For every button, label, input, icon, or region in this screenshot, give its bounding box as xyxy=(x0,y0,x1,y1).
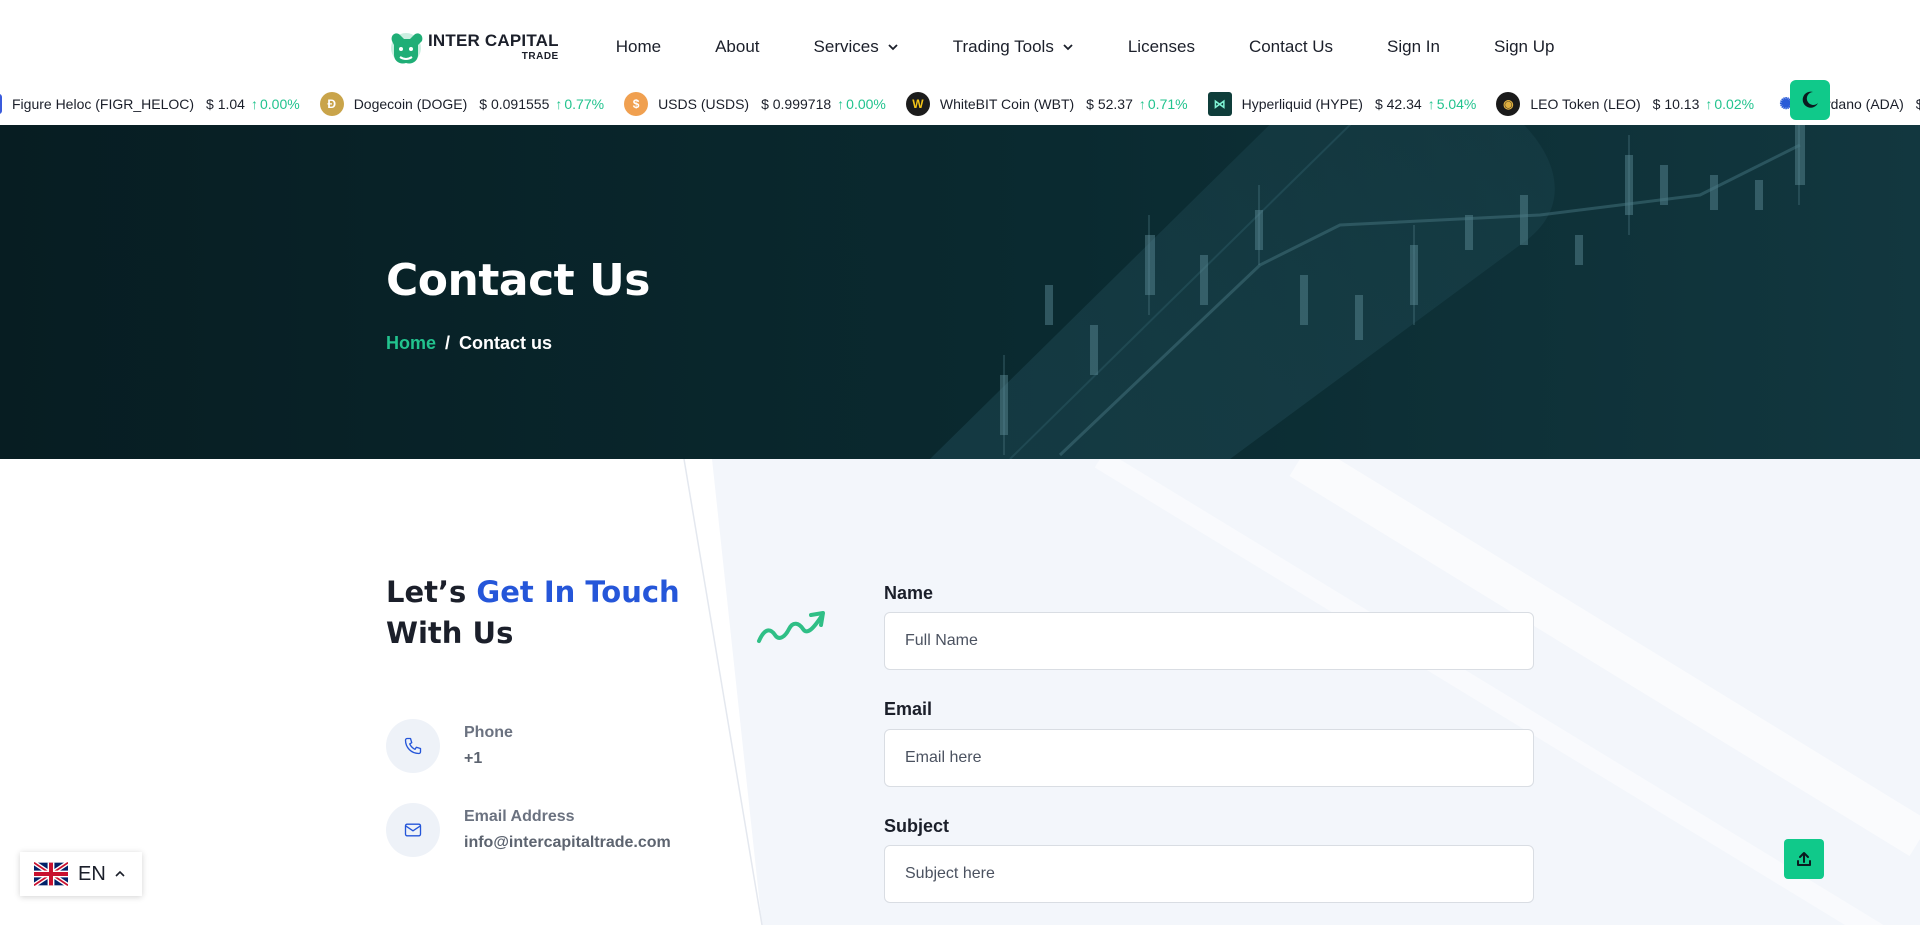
nav-licenses-label: Licenses xyxy=(1127,37,1195,56)
logo[interactable]: INTER CAPITAL TRADE xyxy=(386,27,559,67)
usds-icon: $ xyxy=(624,92,649,116)
email-input[interactable] xyxy=(884,729,1534,787)
ticker-change: 0.02% xyxy=(1705,96,1754,112)
trend-arrow-icon xyxy=(757,611,825,643)
whitebit-icon: W xyxy=(905,92,930,116)
upload-arrow-icon xyxy=(1797,852,1811,866)
ticker-name: Figure Heloc (FIGR_HELOC) xyxy=(12,96,195,112)
ticker-change: 0.77% xyxy=(555,96,604,112)
ticker-price: $ 0 xyxy=(1915,96,1920,112)
mail-icon xyxy=(404,823,422,837)
email-value[interactable]: info@intercapitaltrade.com xyxy=(464,830,671,856)
ticker-change: 0.00% xyxy=(251,96,300,112)
dark-mode-toggle[interactable] xyxy=(1790,80,1830,120)
breadcrumb: Home / Contact us xyxy=(386,333,552,354)
ticker-change: 5.04% xyxy=(1428,96,1477,112)
nav-about[interactable]: About xyxy=(715,37,759,57)
ticker-item[interactable]: W WhiteBIT Coin (WBT) $ 52.37 0.71% xyxy=(905,92,1188,116)
ticker-item[interactable]: Ð Dogecoin (DOGE) $ 0.091555 0.77% xyxy=(319,92,604,116)
nav-licenses[interactable]: Licenses xyxy=(1128,37,1195,57)
phone-value[interactable]: +1 xyxy=(464,746,513,772)
heading-tail: With Us xyxy=(386,616,514,650)
hero-background-art xyxy=(930,125,1805,459)
breadcrumb-home-link[interactable]: Home xyxy=(386,333,436,354)
crypto-ticker: F Figure Heloc (FIGR_HELOC) $ 1.04 0.00%… xyxy=(0,88,1920,120)
subject-input[interactable] xyxy=(884,845,1534,903)
phone-icon-wrap xyxy=(386,719,440,773)
ticker-price: $ 10.13 xyxy=(1652,96,1700,112)
breadcrumb-current: Contact us xyxy=(459,333,553,353)
chevron-down-icon xyxy=(1063,44,1073,51)
page-title: Contact Us xyxy=(386,255,650,306)
bull-logo-icon xyxy=(391,33,423,64)
ticker-price: $ 0.999718 xyxy=(761,96,832,112)
language-selector[interactable]: EN xyxy=(20,852,142,896)
chevron-down-icon xyxy=(888,44,898,51)
nav-contact-us[interactable]: Contact Us xyxy=(1249,37,1333,57)
ticker-price: $ 52.37 xyxy=(1086,96,1133,112)
chevron-up-icon xyxy=(115,870,125,877)
contact-section: Let’s Get In Touch With Us Phone +1 Emai… xyxy=(0,459,1920,925)
name-input[interactable] xyxy=(884,612,1534,670)
email-field-label: Email xyxy=(884,699,933,719)
ticker-price: $ 42.34 xyxy=(1374,96,1422,112)
nav-sign-in-label: Sign In xyxy=(1387,37,1440,56)
ticker-name: Dogecoin (DOGE) xyxy=(353,96,468,112)
ticker-change: 0.71% xyxy=(1139,96,1188,112)
heading-accent: Get In Touch xyxy=(476,575,680,609)
hyperliquid-icon: ⋈ xyxy=(1207,92,1232,116)
contact-heading: Let’s Get In Touch With Us xyxy=(386,572,680,654)
nav-sign-up-label: Sign Up xyxy=(1493,37,1555,56)
phone-info: Phone +1 xyxy=(386,719,513,773)
nav-home-label: Home xyxy=(615,37,662,56)
ticker-price: $ 0.091555 xyxy=(479,96,550,112)
ticker-item[interactable]: ⋈ Hyperliquid (HYPE) $ 42.34 5.04% xyxy=(1207,92,1477,116)
nav-contact-us-label: Contact Us xyxy=(1248,37,1334,56)
page-hero: Contact Us Home / Contact us xyxy=(0,125,1920,459)
language-code: EN xyxy=(78,862,106,885)
nav-sign-up[interactable]: Sign Up xyxy=(1494,37,1554,57)
main-nav: INTER CAPITAL TRADE Home About Services … xyxy=(386,26,1581,68)
ticker-item[interactable]: F Figure Heloc (FIGR_HELOC) $ 1.04 0.00% xyxy=(0,94,300,114)
moon-icon xyxy=(1802,91,1818,108)
brand-sub: TRADE xyxy=(521,51,559,62)
email-icon-wrap xyxy=(386,803,440,857)
uk-flag-icon xyxy=(34,862,68,886)
ticker-name: USDS (USDS) xyxy=(658,96,750,112)
heading-lead: Let’s xyxy=(386,575,467,609)
nav-about-label: About xyxy=(715,37,760,56)
breadcrumb-separator: / xyxy=(445,333,451,353)
phone-label: Phone xyxy=(464,724,513,741)
nav-trading-tools[interactable]: Trading Tools xyxy=(953,37,1074,57)
subject-label: Subject xyxy=(884,816,950,836)
name-label: Name xyxy=(884,583,934,603)
ticker-item[interactable]: ◉ LEO Token (LEO) $ 10.13 0.02% xyxy=(1496,92,1754,116)
dogecoin-icon: Ð xyxy=(319,92,344,116)
ticker-name: LEO Token (LEO) xyxy=(1530,96,1641,112)
phone-icon xyxy=(404,737,422,755)
brand-name: INTER CAPITAL xyxy=(428,31,559,50)
email-text: Email Address info@intercapitaltrade.com xyxy=(464,804,671,856)
nav-sign-in[interactable]: Sign In xyxy=(1387,37,1440,57)
logo-text: INTER CAPITAL TRADE xyxy=(428,32,559,62)
nav-services-label: Services xyxy=(813,37,879,56)
figure-heloc-icon: F xyxy=(0,94,2,114)
ticker-price: $ 1.04 xyxy=(206,96,245,112)
scroll-to-top-button[interactable] xyxy=(1784,839,1824,879)
nav-links: Home About Services Trading Tools Licens… xyxy=(589,37,1582,57)
leo-token-icon: ◉ xyxy=(1496,92,1521,116)
nav-home[interactable]: Home xyxy=(616,37,661,57)
phone-text: Phone +1 xyxy=(464,720,513,772)
nav-trading-tools-label: Trading Tools xyxy=(952,37,1054,56)
nav-services[interactable]: Services xyxy=(814,37,899,57)
ticker-name: Hyperliquid (HYPE) xyxy=(1241,96,1363,112)
email-label: Email Address xyxy=(464,808,575,825)
email-info: Email Address info@intercapitaltrade.com xyxy=(386,803,671,857)
ticker-change: 0.00% xyxy=(837,96,886,112)
ticker-item[interactable]: $ USDS (USDS) $ 0.999718 0.00% xyxy=(624,92,886,116)
site-header: INTER CAPITAL TRADE Home About Services … xyxy=(0,0,1920,125)
ticker-name: WhiteBIT Coin (WBT) xyxy=(939,96,1075,112)
